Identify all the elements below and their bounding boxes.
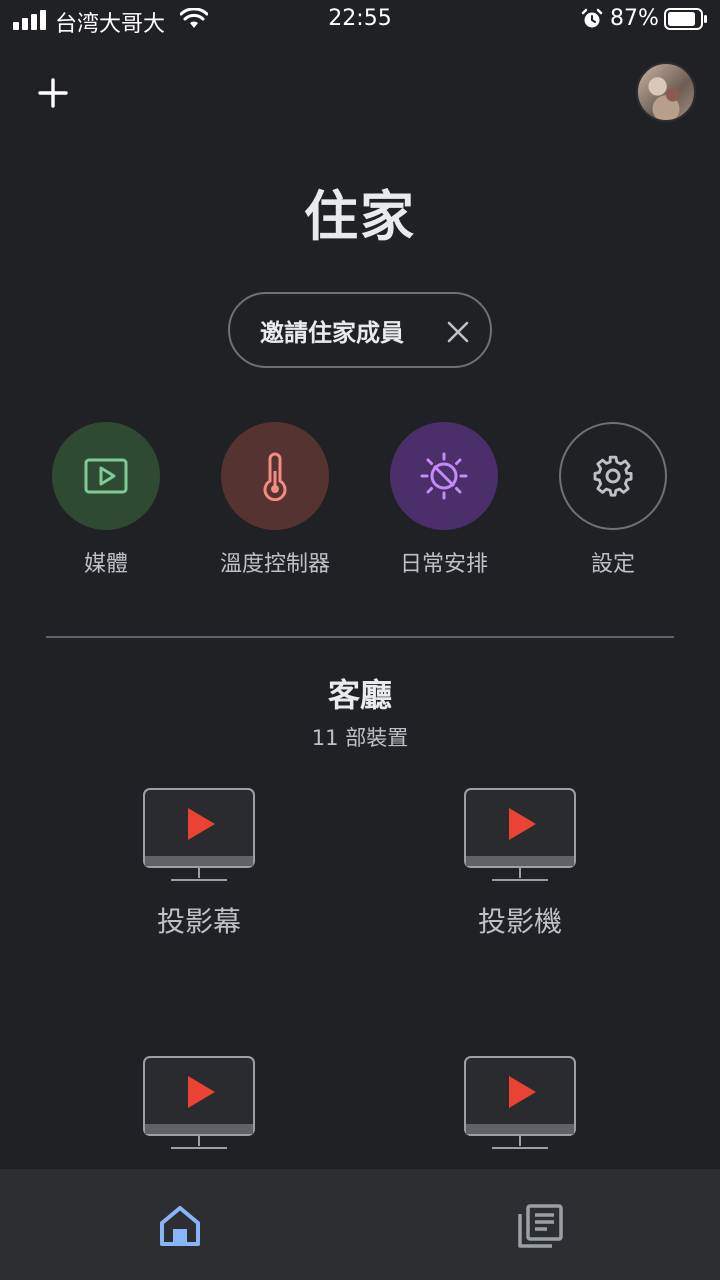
- settings-circle: [559, 422, 667, 530]
- shortcut-routines[interactable]: 日常安排: [363, 422, 523, 582]
- device-label: 投影機: [477, 905, 562, 938]
- routines-circle: [390, 422, 498, 530]
- shortcut-label: 溫度控制器: [219, 552, 330, 577]
- carrier-name: 台湾大哥大: [55, 12, 166, 37]
- bottom-nav: [0, 1169, 720, 1280]
- tv-play-icon: [464, 788, 576, 881]
- avatar[interactable]: [636, 62, 696, 122]
- battery-icon: [664, 8, 707, 30]
- routine-sun-moon-icon: [420, 452, 468, 500]
- thermometer-icon: [263, 452, 287, 501]
- page-title: 住家: [304, 185, 416, 248]
- add-button[interactable]: [30, 70, 76, 116]
- app-screen: 台湾大哥大 22:55 87% 住家 邀請住家成員 媒體 溫度控制器 日常安排 …: [0, 0, 720, 1280]
- gear-icon: [593, 455, 633, 497]
- invite-members-label: 邀請住家成員: [260, 318, 404, 347]
- tv-play-icon: [143, 1056, 255, 1149]
- play-screen-icon: [84, 458, 128, 494]
- shortcut-media[interactable]: 媒體: [25, 422, 185, 582]
- battery-percent: 87%: [610, 6, 659, 31]
- signal-icon: [13, 10, 46, 30]
- room-title: 客廳: [327, 676, 392, 714]
- divider: [46, 636, 674, 638]
- device-tile[interactable]: 投影機: [400, 788, 640, 968]
- tv-play-icon: [143, 788, 255, 881]
- plus-icon: [38, 78, 68, 108]
- media-circle: [52, 422, 160, 530]
- close-icon[interactable]: [446, 320, 470, 344]
- home-icon[interactable]: [156, 1203, 204, 1249]
- tv-play-icon: [464, 1056, 576, 1149]
- shortcut-thermostat[interactable]: 溫度控制器: [194, 422, 354, 582]
- shortcut-label: 設定: [590, 552, 635, 577]
- shortcut-label: 媒體: [83, 552, 128, 577]
- shortcut-settings[interactable]: 設定: [532, 422, 692, 582]
- shortcut-label: 日常安排: [399, 552, 488, 577]
- alarm-icon: [581, 8, 603, 28]
- device-tile[interactable]: 投影幕: [79, 788, 319, 968]
- device-label: 投影幕: [156, 905, 241, 938]
- invite-members-chip[interactable]: 邀請住家成員: [228, 292, 492, 368]
- wifi-icon: [180, 8, 208, 28]
- feed-icon[interactable]: [516, 1203, 564, 1249]
- status-bar: 台湾大哥大 22:55 87%: [0, 0, 720, 40]
- thermostat-circle: [221, 422, 329, 530]
- room-device-count: 11 部裝置: [311, 726, 409, 750]
